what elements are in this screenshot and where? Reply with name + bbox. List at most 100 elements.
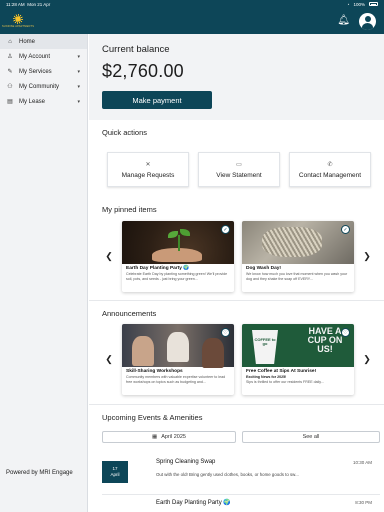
bell-icon[interactable]: 🔔︎ [337,16,350,26]
chevron-down-icon: ▾ [77,68,80,75]
sidebar: ⌂ Home ♙ My Account ▾ ✎ My Services ▾ ⚇ … [0,34,88,512]
status-date: Mon 21 Apr [27,1,51,7]
card-title: Skill-Sharing Workshops [126,369,183,374]
sun-logo-icon [13,14,23,24]
quick-action-label: Contact Management [298,171,362,179]
battery-percent: 100% [353,1,365,7]
sidebar-item-my-services[interactable]: ✎ My Services ▾ [0,64,87,79]
event-item[interactable]: Earth Day Planting Party 🌍 8:30 PM [102,498,380,512]
announcements-title: Announcements [102,309,157,318]
user-avatar-icon[interactable] [359,12,376,30]
manage-requests-button[interactable]: ✕ Manage Requests [107,152,189,187]
person-shape [132,336,154,366]
balance-label: Current balance [102,44,170,55]
event-date-badge: 17 April [102,461,128,483]
quick-actions: ✕ Manage Requests ▭ View Statement ✆ Con… [107,152,371,187]
statement-icon: ▭ [236,161,242,168]
event-time: 10:30 AM [352,460,372,465]
person-shape [167,332,189,362]
sidebar-item-my-lease[interactable]: ▤ My Lease ▾ [0,94,87,109]
pin-icon[interactable]: ✓ [221,225,230,234]
wrench-icon: ✎ [7,69,13,75]
workshop-image: ♡ [122,324,234,368]
sprout-shape [168,229,190,251]
event-item[interactable]: 17 April Spring Cleaning Swap Out with t… [102,458,380,491]
sidebar-item-label: My Community [19,83,60,90]
divider [102,494,380,495]
sidebar-item-my-account[interactable]: ♙ My Account ▾ [0,49,87,64]
announcement-card[interactable]: COFFEE to go HAVE A CUP ON US! ♡ Free Co… [242,324,354,395]
main-content: Current balance $2,760.00 Make payment Q… [89,34,384,512]
chevron-down-icon: ▾ [77,83,80,90]
make-payment-button[interactable]: Make payment [102,91,212,109]
card-description: Celebrate Earth Day by planting somethin… [126,272,228,281]
card-title: Earth Day Planting Party 🌍 [126,266,190,271]
quick-actions-title: Quick actions [102,128,148,137]
logo[interactable]: SUNRISE APARTMENTS [2,12,34,30]
pinned-carousel: ❮ ✓ Earth Day Planting Party 🌍 Celebrate… [102,221,374,292]
chevron-left-icon[interactable]: ❮ [102,251,116,262]
person-icon: ♙ [7,54,13,60]
pinned-items-title: My pinned items [102,205,157,214]
chevron-down-icon: ▾ [77,98,80,105]
card-title: Free Coffee at Sips At Sunrise! [246,369,317,374]
calendar-icon: ▦ [152,434,158,440]
events-toolbar: ▦ April 2025 See all [102,431,380,443]
pin-icon[interactable]: ✓ [341,225,350,234]
document-icon: ▤ [7,99,13,105]
logo-text: SUNRISE APARTMENTS [1,25,35,28]
status-time: 11:28 AM [6,1,25,7]
battery-icon [369,2,378,6]
sidebar-item-label: My Lease [19,98,46,105]
event-date-placeholder [102,498,128,512]
chevron-left-icon[interactable]: ❮ [102,354,116,365]
sidebar-item-label: My Services [19,68,52,75]
card-description: Community members with valuable expertis… [126,375,226,384]
card-description: Sips is thrilled to offer our residents … [246,379,324,384]
quick-action-label: Manage Requests [121,171,175,179]
home-icon: ⌂ [8,38,12,45]
pin-icon[interactable]: ♡ [221,328,230,337]
pinned-card[interactable]: ✓ Dog Wash Day! We know how much you lov… [242,221,354,292]
pinned-card[interactable]: ✓ Earth Day Planting Party 🌍 Celebrate E… [122,221,234,292]
divider [89,404,384,405]
dog-shape [262,227,322,257]
event-month: April [110,472,120,477]
wifi-icon: ◔ [346,1,350,7]
coffee-image: COFFEE to go HAVE A CUP ON US! ♡ [242,324,354,367]
quick-action-label: View Statement [216,171,262,179]
sidebar-item-label: Home [19,38,36,45]
chevron-right-icon[interactable]: ❯ [360,354,374,365]
month-selector-button[interactable]: ▦ April 2025 [102,431,236,443]
see-all-button[interactable]: See all [242,431,380,443]
card-description: We know how much you love that moment wh… [246,272,348,281]
event-description: Out with the old! Bring gently used clot… [156,472,299,477]
community-icon: ⚇ [7,84,13,90]
contact-management-button[interactable]: ✆ Contact Management [289,152,371,187]
chevron-down-icon: ▾ [77,53,80,60]
phone-icon: ✆ [327,161,333,168]
announcement-card[interactable]: ♡ Skill-Sharing Workshops Community memb… [122,324,234,395]
sidebar-item-label: My Account [19,53,51,60]
cup-text: COFFEE to go [254,337,276,347]
balance-amount: $2,760.00 [102,61,184,81]
events-title: Upcoming Events & Amenities [102,413,203,422]
event-name: Spring Cleaning Swap [156,459,216,465]
event-time: 8:30 PM [355,500,372,505]
pin-icon[interactable]: ♡ [341,328,350,337]
divider [89,300,384,301]
card-title: Dog Wash Day! [246,266,282,271]
sidebar-item-home[interactable]: ⌂ Home [0,34,87,49]
powered-by-text: Powered by MRI Engage [6,470,73,476]
balance-card: Current balance $2,760.00 Make payment [89,34,384,120]
coffee-cup-shape [252,330,278,364]
dog-image: ✓ [242,221,354,264]
sidebar-item-my-community[interactable]: ⚇ My Community ▾ [0,79,87,94]
planting-image: ✓ [122,221,234,264]
app-header: SUNRISE APARTMENTS 🔔︎ [0,8,384,34]
status-bar: 11:28 AM Mon 21 Apr ◔ 100% [0,0,384,8]
announcements-carousel: ❮ ♡ Skill-Sharing Workshops Community me… [102,324,374,395]
chevron-right-icon[interactable]: ❯ [360,251,374,262]
event-name: Earth Day Planting Party 🌍 [156,500,231,506]
view-statement-button[interactable]: ▭ View Statement [198,152,280,187]
